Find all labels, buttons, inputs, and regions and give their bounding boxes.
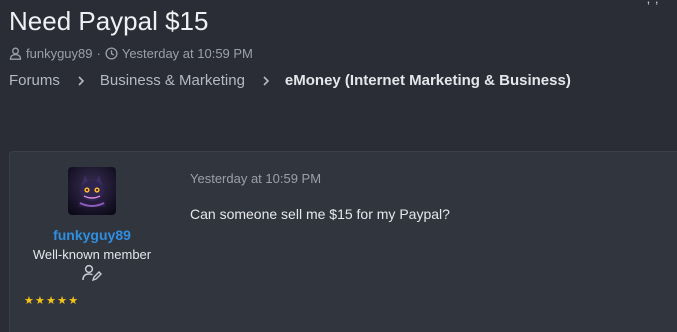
breadcrumb-item-business-marketing[interactable]: Business & Marketing (100, 72, 245, 89)
user-icon (9, 47, 22, 60)
avatar[interactable] (68, 167, 116, 215)
post-date-link[interactable]: Yesterday at 10:59 PM (190, 171, 321, 186)
chevron-right-icon (76, 75, 86, 87)
thread-title: Need Paypal $15 (9, 6, 209, 36)
breadcrumb-item-forums[interactable]: Forums (9, 72, 60, 89)
post-user-cell: funkyguy89 Well-known member ★★★★★ (10, 152, 174, 332)
post-body: Can someone sell me $15 for my Paypal? (190, 206, 450, 222)
post-container: funkyguy89 Well-known member ★★★★★ Yeste… (9, 151, 677, 332)
breadcrumb-item-emoney[interactable]: eMoney (Internet Marketing & Business) (285, 72, 571, 89)
user-title: Well-known member (32, 247, 152, 262)
thread-date-link[interactable]: Yesterday at 10:59 PM (122, 46, 253, 61)
chevron-right-icon (261, 75, 271, 87)
breadcrumb: Forums Business & Marketing eMoney (Inte… (9, 72, 571, 89)
top-corner-fragment: , , (647, 0, 659, 6)
user-edit-icon (82, 264, 102, 282)
thread-meta: funkyguy89 · Yesterday at 10:59 PM (9, 46, 253, 61)
user-rating-stars: ★★★★★ (24, 295, 80, 307)
thread-author-link[interactable]: funkyguy89 (26, 46, 93, 61)
clock-icon (105, 47, 118, 60)
username-link[interactable]: funkyguy89 (10, 227, 174, 243)
meta-separator: · (96, 46, 101, 61)
